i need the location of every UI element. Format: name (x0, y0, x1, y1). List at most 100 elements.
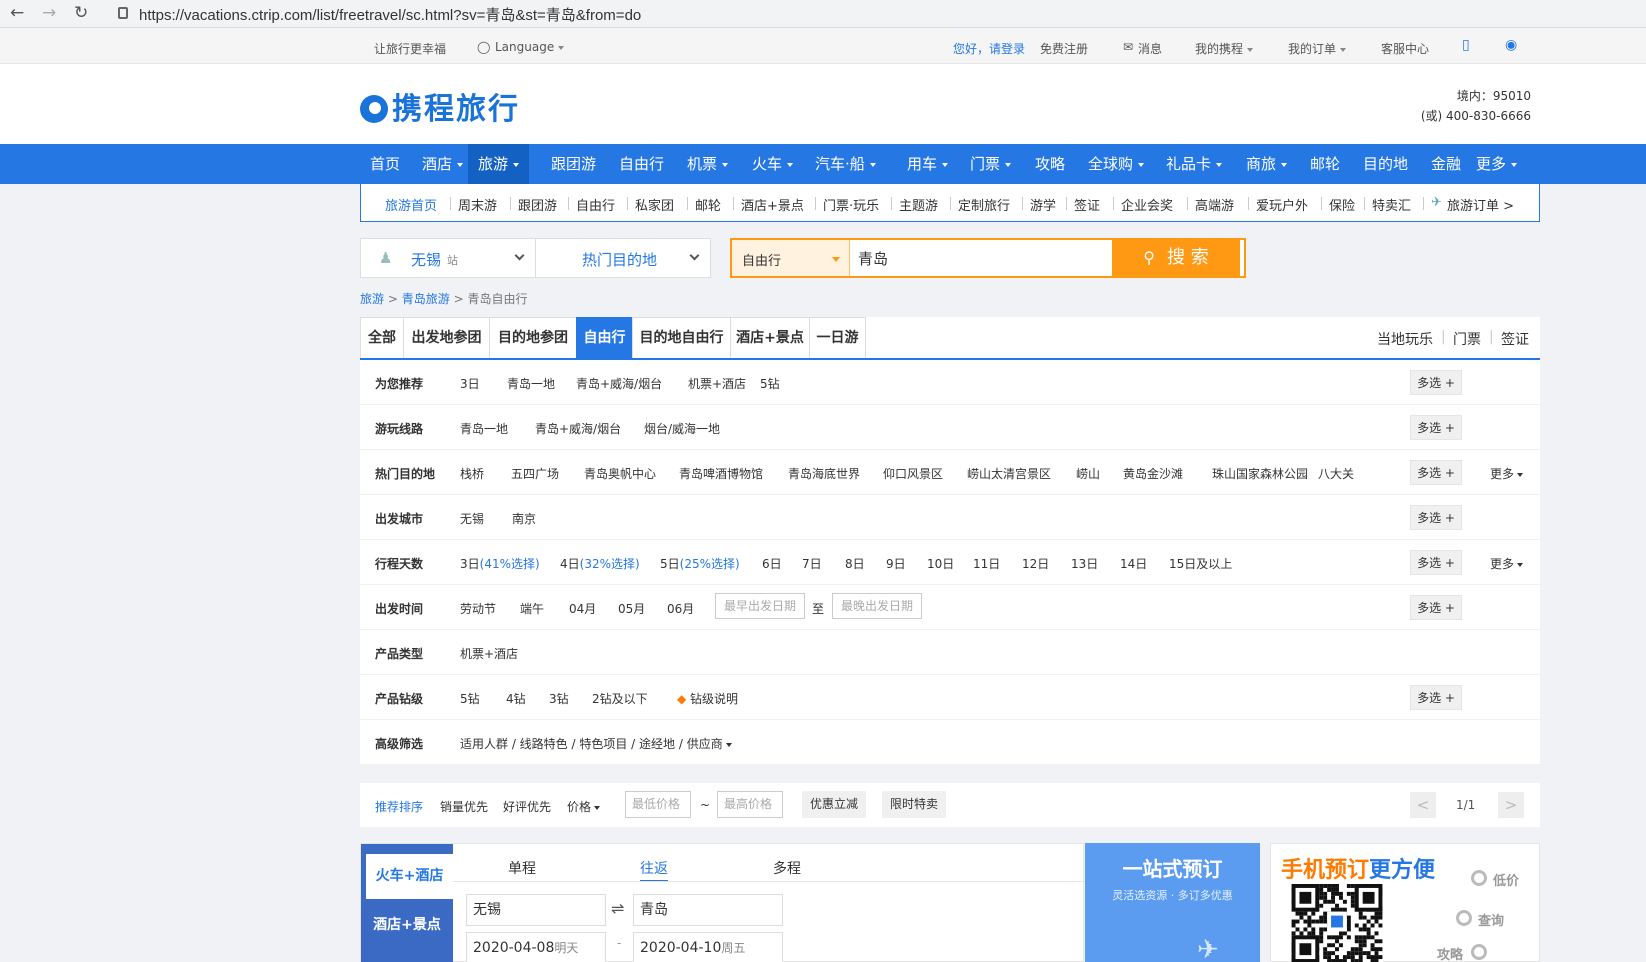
filter-option[interactable]: 3日(41%选择) (460, 555, 540, 572)
my-orders-menu[interactable]: 我的订单 (1288, 40, 1347, 57)
sub-nav-item-9[interactable]: 定制旅行 (958, 195, 1010, 214)
filter-option[interactable]: 12日 (1022, 555, 1049, 572)
sub-nav-item-4[interactable]: 私家团 (635, 195, 674, 214)
filter-option[interactable]: 烟台/威海一地 (644, 420, 720, 437)
sort-rating[interactable]: 好评优先 (503, 798, 551, 815)
filter-option[interactable]: 3日 (460, 375, 480, 392)
more-button[interactable]: 更多 (1490, 555, 1524, 572)
tab-right-1[interactable]: 门票 (1453, 329, 1481, 349)
sort-recommended[interactable]: 推荐排序 (375, 798, 423, 815)
nav-item-5[interactable]: 机票 (687, 144, 729, 184)
min-price-input[interactable]: 最低价格 (625, 791, 691, 818)
max-price-input[interactable]: 最高价格 (717, 791, 783, 818)
filter-option[interactable]: 4钻 (506, 690, 526, 707)
filter-option[interactable]: 机票+酒店 (688, 375, 746, 392)
sub-nav-item-15[interactable]: 保险 (1329, 195, 1355, 214)
nav-item-2[interactable]: 旅游 (468, 144, 530, 184)
sort-price[interactable]: 价格 (567, 798, 601, 815)
filter-option[interactable]: 2钻及以下 (592, 690, 648, 707)
to-city-input[interactable]: 青岛 (633, 894, 783, 926)
service-link[interactable]: 客服中心 (1381, 40, 1429, 57)
filter-option[interactable]: 5日(25%选择) (660, 555, 740, 572)
filter-option[interactable]: 13日 (1071, 555, 1098, 572)
nav-item-3[interactable]: 跟团游 (551, 144, 596, 184)
filter-option[interactable]: 06月 (667, 600, 694, 617)
sub-nav-item-10[interactable]: 游学 (1030, 195, 1056, 214)
tab-6[interactable]: 一日游 (809, 317, 866, 358)
filter-option[interactable]: 八大关 (1318, 465, 1354, 482)
filter-option[interactable]: 南京 (512, 510, 536, 527)
multi-select-button[interactable]: 多选 + (1410, 685, 1462, 710)
from-city-input[interactable]: 无锡 (466, 894, 606, 926)
nav-item-17[interactable]: 更多 (1476, 144, 1518, 184)
filter-option[interactable]: 劳动节 (460, 600, 496, 617)
sub-nav-item-1[interactable]: 周末游 (458, 195, 497, 214)
search-button[interactable]: ⚲ 搜 索 (1112, 238, 1240, 278)
swap-icon[interactable]: ⇌ (611, 899, 624, 918)
nav-item-15[interactable]: 目的地 (1363, 144, 1408, 184)
ctrip-logo[interactable]: 携程旅行 (360, 84, 520, 128)
filter-option[interactable]: 8日 (845, 555, 865, 572)
tab-1[interactable]: 出发地参团 (403, 317, 490, 358)
nav-item-12[interactable]: 礼品卡 (1166, 144, 1223, 184)
next-page-button[interactable]: > (1498, 792, 1524, 818)
filter-option[interactable]: 青岛啤酒博物馆 (679, 465, 763, 482)
filter-option[interactable]: 15日及以上 (1169, 555, 1232, 572)
multi-select-button[interactable]: 多选 + (1410, 370, 1462, 395)
sub-nav-item-17[interactable]: 旅游订单 > (1447, 195, 1514, 214)
return-date-input[interactable]: 2020-04-10周五 (633, 932, 783, 962)
messages-link[interactable]: 消息 (1138, 40, 1162, 57)
forward-icon[interactable]: → (42, 3, 56, 23)
sub-nav-item-14[interactable]: 爱玩户外 (1256, 195, 1308, 214)
nav-item-16[interactable]: 金融 (1431, 144, 1461, 184)
prev-page-button[interactable]: < (1410, 792, 1436, 818)
departure-city-select[interactable]: ♟ 无锡 站 (360, 238, 536, 278)
mobile-icon[interactable]: ▯ (1462, 37, 1470, 53)
back-icon[interactable]: ← (10, 3, 24, 23)
filter-option[interactable]: 04月 (569, 600, 596, 617)
filter-option[interactable]: 5钻 (760, 375, 780, 392)
tab-0[interactable]: 全部 (360, 317, 404, 358)
product-type-select[interactable]: 自由行 (732, 240, 850, 276)
nav-item-7[interactable]: 汽车·船 (815, 144, 876, 184)
tab-right-2[interactable]: 签证 (1501, 329, 1529, 349)
filter-option[interactable]: 青岛+威海/烟台 (535, 420, 621, 437)
sub-nav-item-3[interactable]: 自由行 (576, 195, 615, 214)
filter-option[interactable]: 11日 (973, 555, 1000, 572)
filter-option[interactable]: 青岛奥帆中心 (584, 465, 656, 482)
trip-one-way[interactable]: 单程 (508, 858, 536, 878)
nav-item-10[interactable]: 攻略 (1035, 144, 1065, 184)
filter-option[interactable]: 05月 (618, 600, 645, 617)
tab-right-0[interactable]: 当地玩乐 (1377, 329, 1433, 349)
discount-tag[interactable]: 优惠立减 (802, 791, 867, 818)
sub-nav-item-8[interactable]: 主题游 (899, 195, 938, 214)
multi-select-button[interactable]: 多选 + (1410, 595, 1462, 620)
filter-option[interactable]: 珠山国家森林公园 (1212, 465, 1308, 482)
my-ctrip-menu[interactable]: 我的携程 (1195, 40, 1254, 57)
multi-select-button[interactable]: 多选 + (1410, 415, 1462, 440)
filter-option[interactable]: 7日 (802, 555, 822, 572)
sub-nav-item-7[interactable]: 门票·玩乐 (823, 195, 879, 214)
address-bar[interactable]: https://vacations.ctrip.com/list/freetra… (139, 4, 641, 25)
more-button[interactable]: 更多 (1490, 465, 1524, 482)
sub-nav-item-2[interactable]: 跟团游 (518, 195, 557, 214)
nav-item-8[interactable]: 用车 (907, 144, 949, 184)
promo-banner[interactable]: 一站式预订 灵活选资源 · 多订多优惠 ✈ (1085, 843, 1260, 962)
breadcrumb-travel[interactable]: 旅游 (360, 292, 384, 306)
filter-option[interactable]: 适用人群 / 线路特色 / 特色项目 / 途经地 / 供应商 (460, 735, 732, 752)
filter-option[interactable]: 黄岛金沙滩 (1123, 465, 1183, 482)
depart-date-input[interactable]: 2020-04-08明天 (466, 932, 606, 962)
tab-4[interactable]: 目的地自由行 (632, 317, 731, 358)
hot-destination-select[interactable]: 热门目的地 (535, 238, 711, 278)
filter-option[interactable]: 5钻 (460, 690, 480, 707)
sort-sales[interactable]: 销量优先 (440, 798, 488, 815)
filter-option[interactable]: 3钻 (549, 690, 569, 707)
tab-5[interactable]: 酒店+景点 (730, 317, 810, 358)
filter-option[interactable]: 机票+酒店 (460, 645, 518, 662)
nav-item-9[interactable]: 门票 (970, 144, 1012, 184)
tab-2[interactable]: 目的地参团 (489, 317, 577, 358)
trip-multi[interactable]: 多程 (773, 858, 801, 878)
sub-nav-item-13[interactable]: 高端游 (1195, 195, 1234, 214)
filter-option[interactable]: 无锡 (460, 510, 484, 527)
filter-option[interactable]: 仰口风景区 (883, 465, 943, 482)
